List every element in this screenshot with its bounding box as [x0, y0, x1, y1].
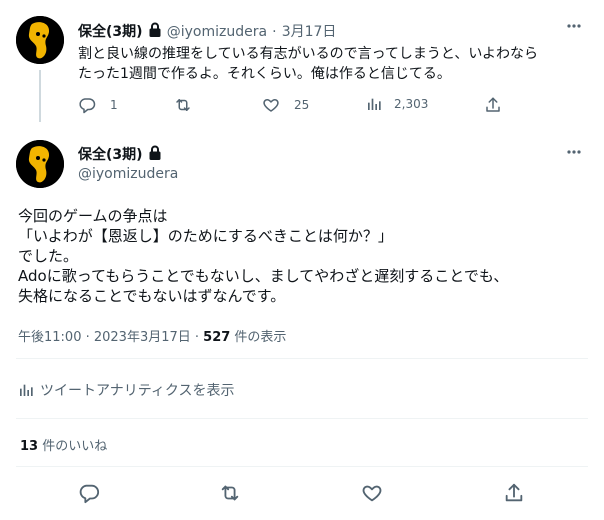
- view-suffix: 件の表示: [230, 330, 287, 345]
- retweet-icon: [174, 96, 192, 114]
- divider: [16, 358, 588, 359]
- divider: [16, 466, 588, 467]
- share-icon: [484, 96, 502, 114]
- display-name[interactable]: 保全(3期): [78, 24, 143, 40]
- tweet-text-line: Adoに歌ってもらうことでもないし、ましてやわざと遅刻することでも、: [18, 267, 509, 285]
- retweet-icon: [219, 482, 241, 504]
- share-icon: [503, 482, 525, 504]
- divider: [16, 418, 588, 419]
- tweet-timestamp[interactable]: 午後11:00 · 2023年3月17日 ·: [18, 330, 203, 345]
- retweet-button[interactable]: [219, 482, 241, 504]
- avatar[interactable]: [16, 16, 64, 64]
- avatar[interactable]: [16, 140, 64, 188]
- likes-suffix: 件のいいね: [38, 439, 108, 454]
- reply-button[interactable]: 1: [78, 96, 118, 114]
- tweet-text-line: 失格になることでもないはずなんです。: [18, 287, 286, 305]
- likes-link[interactable]: 13 件のいいね: [20, 435, 107, 454]
- share-button[interactable]: [484, 96, 502, 114]
- reply-count: 1: [110, 98, 118, 112]
- reply-tweet-text: 割と良い線の推理をしている有志がいるので言ってしまうと、いよわなら たった1週間…: [78, 44, 588, 84]
- tweet-date[interactable]: 3月17日: [282, 24, 337, 40]
- views-button[interactable]: 2,303: [366, 96, 428, 112]
- like-count: 25: [294, 98, 310, 112]
- view-count: 2,303: [394, 97, 429, 111]
- analytics-label: ツイートアナリティクスを表示: [40, 383, 235, 399]
- bar-chart-icon: [18, 382, 34, 398]
- more-icon[interactable]: [566, 18, 582, 38]
- tweet-text-line: でした。: [18, 247, 79, 265]
- tweet-text-line: 「いよわが【恩返し】のためにするべきことは何か？」: [18, 227, 393, 245]
- heart-icon: [262, 96, 280, 114]
- likes-count: 13: [20, 439, 39, 454]
- analytics-link[interactable]: ツイートアナリティクスを表示: [18, 380, 234, 400]
- retweet-button[interactable]: [174, 96, 192, 114]
- main-tweet-text: 今回のゲームの争点は 「いよわが【恩返し】のためにするべきことは何か？」 でした…: [18, 206, 588, 306]
- like-button[interactable]: 25: [262, 96, 309, 114]
- tweet-text-line: 今回のゲームの争点は: [18, 207, 168, 225]
- tweet-timestamp-row: 午後11:00 · 2023年3月17日 · 527 件の表示: [18, 326, 286, 345]
- reply-button[interactable]: [78, 482, 100, 504]
- tweet-text-line: 割と良い線の推理をしている有志がいるので言ってしまうと、いよわなら: [78, 46, 539, 62]
- tweet-text-line: たった1週間で作るよ。それくらい。俺は作ると信じてる。: [78, 66, 451, 82]
- handle[interactable]: @iyomizudera: [78, 166, 178, 182]
- display-name[interactable]: 保全(3期): [78, 147, 143, 163]
- lock-icon: [148, 145, 162, 165]
- avatar-image: [16, 140, 64, 188]
- reply-tweet-header: 保全(3期) @iyomizudera · 3月17日: [78, 21, 336, 42]
- bar-chart-icon: [366, 96, 382, 112]
- like-button[interactable]: [361, 482, 383, 504]
- separator: ·: [272, 24, 277, 40]
- heart-icon: [361, 482, 383, 504]
- reply-icon: [78, 96, 96, 114]
- avatar-image: [16, 16, 64, 64]
- more-icon[interactable]: [566, 144, 582, 164]
- handle[interactable]: @iyomizudera: [167, 24, 267, 40]
- reply-icon: [78, 482, 100, 504]
- main-tweet-name-row: 保全(3期): [78, 144, 162, 165]
- view-count: 527: [203, 330, 231, 345]
- lock-icon: [148, 22, 162, 42]
- share-button[interactable]: [503, 482, 525, 504]
- thread-line: [39, 70, 41, 122]
